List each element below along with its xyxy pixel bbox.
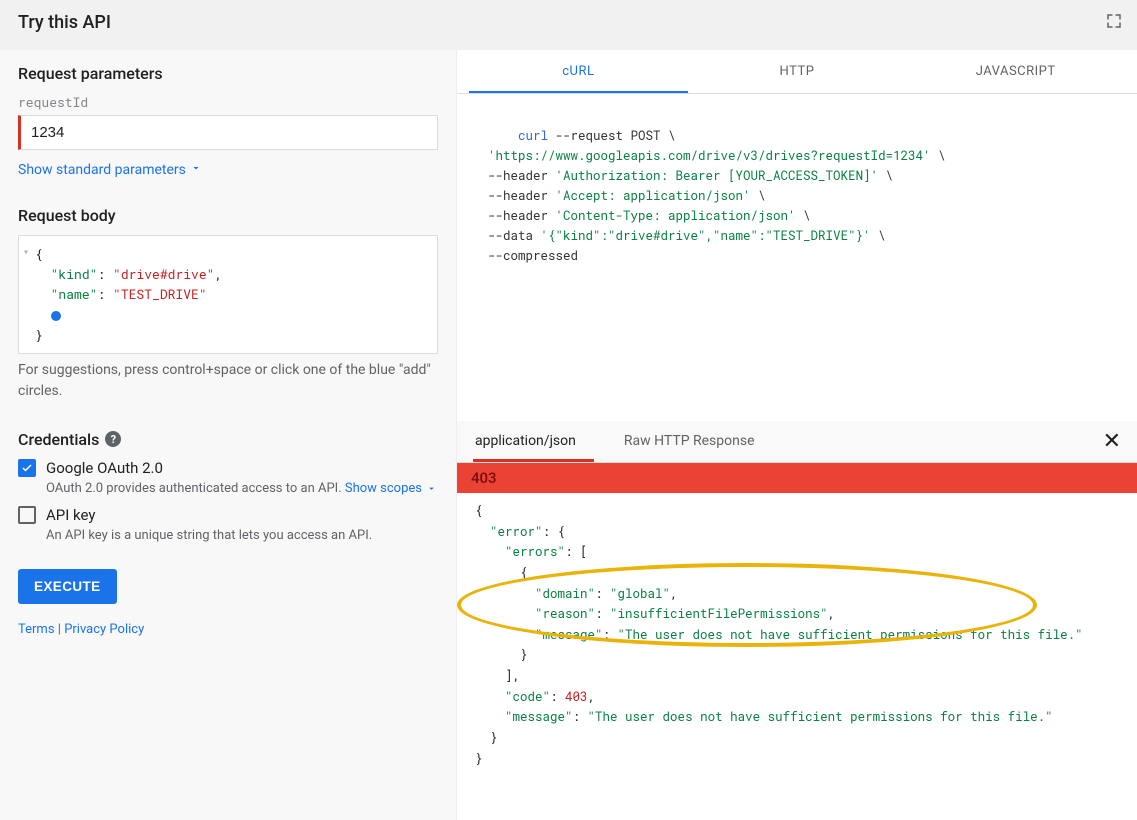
left-panel: Request parameters requestId Show standa… bbox=[0, 50, 457, 820]
code-data: '{"kind":"drive#drive","name":"TEST_DRIV… bbox=[541, 228, 871, 244]
json-key-kind: "kind" bbox=[51, 265, 98, 283]
copy-icon[interactable] bbox=[1105, 102, 1123, 120]
rk-code: "code" bbox=[505, 689, 550, 705]
code-method: POST bbox=[631, 128, 661, 144]
credentials-heading-label: Credentials bbox=[18, 430, 99, 449]
code-hdr2: 'Accept: application/json' bbox=[556, 188, 751, 204]
tab-appjson[interactable]: application/json bbox=[473, 421, 594, 462]
request-body-editor[interactable]: ▾ { "kind": "drive#drive", "name": "TEST… bbox=[18, 235, 438, 354]
response-tabs: application/json Raw HTTP Response ✕ bbox=[457, 421, 1137, 463]
code-hdr3: 'Content-Type: application/json' bbox=[556, 208, 796, 224]
code-flag-request: --request bbox=[548, 128, 631, 144]
code-hdr1: 'Authorization: Bearer [YOUR_ACCESS_TOKE… bbox=[556, 168, 879, 184]
oauth-desc: OAuth 2.0 provides authenticated access … bbox=[46, 481, 438, 496]
header-bar: Try this API bbox=[0, 0, 1137, 50]
credential-oauth-row: Google OAuth 2.0 OAuth 2.0 provides auth… bbox=[18, 459, 438, 496]
rk-message: "message" bbox=[535, 627, 603, 643]
show-standard-parameters-link[interactable]: Show standard parameters bbox=[18, 162, 202, 178]
request-body-heading: Request body bbox=[18, 206, 438, 225]
response-body[interactable]: { "error": { "errors": [ { "domain": "gl… bbox=[457, 493, 1137, 820]
tab-raw-http[interactable]: Raw HTTP Response bbox=[622, 421, 773, 462]
credentials-heading: Credentials ? bbox=[18, 430, 438, 449]
rk-error: "error" bbox=[490, 524, 543, 540]
apikey-desc: An API key is a unique string that lets … bbox=[46, 528, 438, 543]
privacy-link[interactable]: Privacy Policy bbox=[64, 622, 144, 637]
page-title: Try this API bbox=[18, 12, 111, 33]
code-tabs: cURL HTTP JAVASCRIPT bbox=[457, 50, 1137, 94]
code-compressed: --compressed bbox=[473, 248, 578, 264]
code-hdr2-flag: --header bbox=[473, 188, 556, 204]
apikey-checkbox[interactable] bbox=[18, 506, 36, 524]
code-bs1: \ bbox=[661, 128, 676, 144]
json-val-kind: "drive#drive" bbox=[113, 265, 214, 283]
code-snippet[interactable]: curl --request POST \ 'https://www.googl… bbox=[457, 94, 1137, 421]
apikey-label: API key bbox=[46, 506, 438, 524]
add-property-icon[interactable] bbox=[51, 311, 61, 321]
chevron-down-icon bbox=[190, 162, 202, 178]
feedback-icon[interactable] bbox=[1077, 102, 1095, 120]
json-val-name: "TEST_DRIVE" bbox=[113, 285, 207, 303]
code-url: 'https://www.googleapis.com/drive/v3/dri… bbox=[473, 148, 931, 164]
code-curl: curl bbox=[518, 128, 548, 144]
right-panel: cURL HTTP JAVASCRIPT curl --request POST… bbox=[457, 50, 1137, 820]
status-bar: 403 bbox=[457, 463, 1137, 493]
requestid-input[interactable] bbox=[18, 115, 438, 150]
requestid-label: requestId bbox=[18, 93, 438, 111]
credential-apikey-row: API key An API key is a unique string th… bbox=[18, 506, 438, 543]
tab-curl[interactable]: cURL bbox=[469, 50, 688, 93]
rv-code: 403 bbox=[565, 689, 588, 705]
show-scopes-link[interactable]: Show scopes bbox=[345, 481, 437, 496]
rk-reason: "reason" bbox=[535, 606, 595, 622]
show-standard-parameters-label: Show standard parameters bbox=[18, 162, 186, 178]
tab-http[interactable]: HTTP bbox=[688, 50, 907, 93]
rk-domain: "domain" bbox=[535, 586, 595, 602]
rk-errors: "errors" bbox=[505, 544, 565, 560]
oauth-desc-text: OAuth 2.0 provides authenticated access … bbox=[46, 481, 342, 496]
code-data-flag: --data bbox=[473, 228, 541, 244]
json-key-name: "name" bbox=[51, 285, 98, 303]
code-hdr3-flag: --header bbox=[473, 208, 556, 224]
show-scopes-label: Show scopes bbox=[345, 481, 422, 496]
execute-button[interactable]: EXECUTE bbox=[18, 569, 117, 604]
code-hdr1-flag: --header bbox=[473, 168, 556, 184]
request-parameters-heading: Request parameters bbox=[18, 64, 438, 83]
rk-message2: "message" bbox=[505, 709, 573, 725]
request-body-hint: For suggestions, press control+space or … bbox=[18, 360, 438, 402]
footer-links: Terms | Privacy Policy bbox=[18, 622, 438, 637]
close-icon[interactable]: ✕ bbox=[1103, 429, 1121, 454]
fold-gutter-icon[interactable]: ▾ bbox=[23, 244, 29, 260]
tab-javascript[interactable]: JAVASCRIPT bbox=[906, 50, 1125, 93]
footer-separator: | bbox=[58, 622, 61, 637]
rv-message: "The user does not have sufficient permi… bbox=[618, 627, 1083, 643]
rv-message2: "The user does not have sufficient permi… bbox=[588, 709, 1053, 725]
oauth-checkbox[interactable] bbox=[18, 459, 36, 477]
help-icon[interactable]: ? bbox=[105, 431, 121, 447]
oauth-label: Google OAuth 2.0 bbox=[46, 459, 438, 477]
collapse-icon[interactable] bbox=[1105, 12, 1123, 34]
terms-link[interactable]: Terms bbox=[18, 622, 55, 637]
status-code: 403 bbox=[471, 469, 497, 487]
rv-domain: "global" bbox=[610, 586, 670, 602]
rv-reason: "insufficientFilePermissions" bbox=[610, 606, 828, 622]
